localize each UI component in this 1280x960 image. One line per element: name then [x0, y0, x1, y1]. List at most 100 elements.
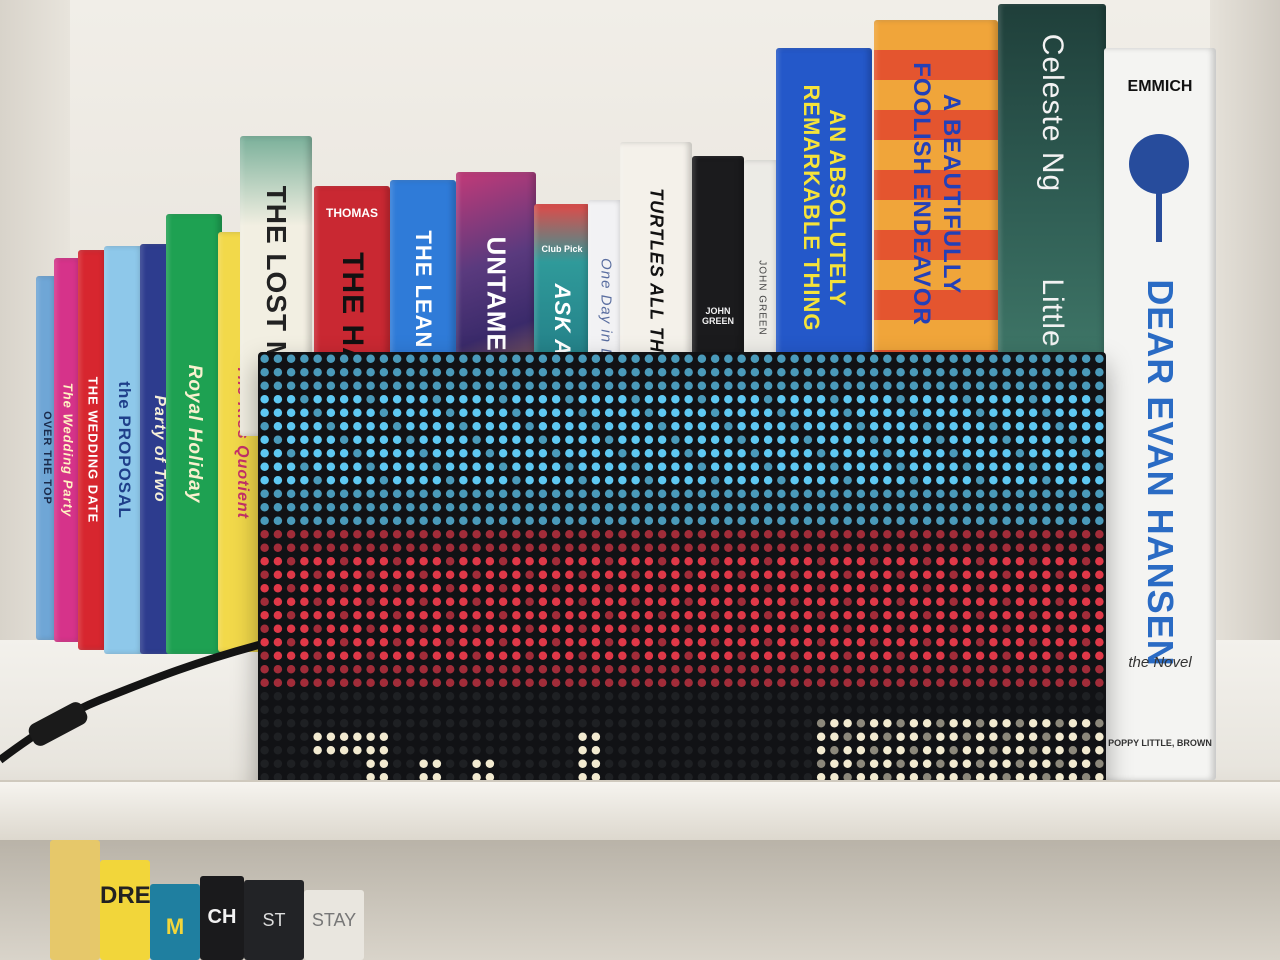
led-dot: [1042, 732, 1051, 741]
led-dot: [260, 354, 269, 363]
led-dot: [936, 395, 945, 404]
led-dot: [1015, 503, 1025, 512]
led-dot: [538, 719, 548, 728]
led-dot: [856, 678, 866, 687]
led-dot: [856, 354, 866, 363]
book-author: JOHN GREEN: [756, 260, 768, 336]
led-dot: [816, 705, 826, 714]
led-dot: [472, 597, 481, 606]
led-dot: [353, 435, 362, 444]
led-dot: [1042, 395, 1051, 404]
led-dot: [286, 489, 296, 498]
led-dot: [962, 678, 972, 687]
led-dot: [631, 503, 640, 512]
led-dot: [525, 651, 534, 660]
led-dot: [313, 368, 322, 377]
led-dot: [869, 557, 879, 566]
led-dot: [1015, 584, 1025, 593]
led-dot: [300, 692, 309, 701]
led-dot: [803, 449, 813, 458]
led-dot: [485, 692, 495, 701]
led-dot: [763, 638, 773, 647]
led-dot: [353, 746, 362, 755]
led-dot: [512, 651, 521, 660]
led-dot: [604, 557, 614, 566]
led-dot: [777, 503, 786, 512]
led-dot: [843, 503, 852, 512]
led-dot: [432, 611, 442, 620]
led-dot: [1015, 449, 1025, 458]
led-dot: [445, 665, 455, 674]
led-dot: [869, 570, 879, 579]
led-dot: [498, 395, 508, 404]
led-dot: [975, 503, 985, 512]
led-dot: [392, 584, 402, 593]
led-dot: [538, 732, 548, 741]
led-dot: [339, 624, 349, 633]
led-dot: [485, 597, 495, 606]
led-dot: [525, 368, 534, 377]
led-dot: [353, 638, 362, 647]
led-dot: [710, 381, 720, 390]
led-dot: [724, 746, 733, 755]
led-dot: [260, 705, 269, 714]
led-dot: [671, 408, 680, 417]
led-dot: [869, 408, 879, 417]
led-dot: [949, 570, 958, 579]
led-dot: [657, 557, 667, 566]
led-dot: [419, 732, 428, 741]
led-dot: [856, 597, 866, 606]
led-dot: [472, 435, 481, 444]
led-dot: [697, 719, 707, 728]
led-dot: [909, 530, 919, 539]
led-dot: [949, 543, 958, 552]
led-dot: [273, 530, 283, 539]
led-dot: [406, 503, 415, 512]
led-dot: [260, 651, 269, 660]
led-dot: [578, 489, 587, 498]
led-dot: [896, 462, 905, 471]
led-dot: [604, 719, 614, 728]
led-dot: [671, 557, 680, 566]
led-dot: [909, 665, 919, 674]
led-dot: [326, 611, 336, 620]
led-dot: [472, 665, 481, 674]
led-dot: [631, 395, 640, 404]
led-dot: [1055, 381, 1064, 390]
led-dot: [922, 408, 932, 417]
led-dot: [790, 408, 799, 417]
led-dot: [922, 624, 932, 633]
led-dot: [1042, 651, 1051, 660]
led-dot: [591, 408, 601, 417]
led-dot: [1042, 665, 1051, 674]
led-dot: [657, 489, 667, 498]
led-dot: [472, 719, 481, 728]
led-dot: [803, 530, 813, 539]
led-dot: [750, 530, 760, 539]
led-dot: [551, 462, 561, 471]
led-dot: [843, 462, 852, 471]
led-dot: [432, 462, 442, 471]
led-dot: [379, 597, 389, 606]
led-dot: [445, 516, 455, 525]
led-dot: [989, 381, 998, 390]
led-dot: [326, 422, 336, 431]
led-dot: [339, 543, 349, 552]
led-dot: [313, 543, 322, 552]
led-dot: [710, 692, 720, 701]
led-dot: [962, 408, 972, 417]
led-dot: [273, 692, 283, 701]
led-dot: [525, 381, 534, 390]
led-dot: [671, 476, 680, 485]
led-dot: [697, 462, 707, 471]
led-dot: [896, 368, 905, 377]
led-dot: [366, 557, 375, 566]
led-dot: [750, 516, 760, 525]
led-dot: [379, 530, 389, 539]
led-dot: [512, 719, 521, 728]
led-dot: [525, 597, 534, 606]
led-dot: [485, 651, 495, 660]
led-dot: [1028, 611, 1038, 620]
led-dot: [1055, 692, 1064, 701]
led-dot: [604, 611, 614, 620]
